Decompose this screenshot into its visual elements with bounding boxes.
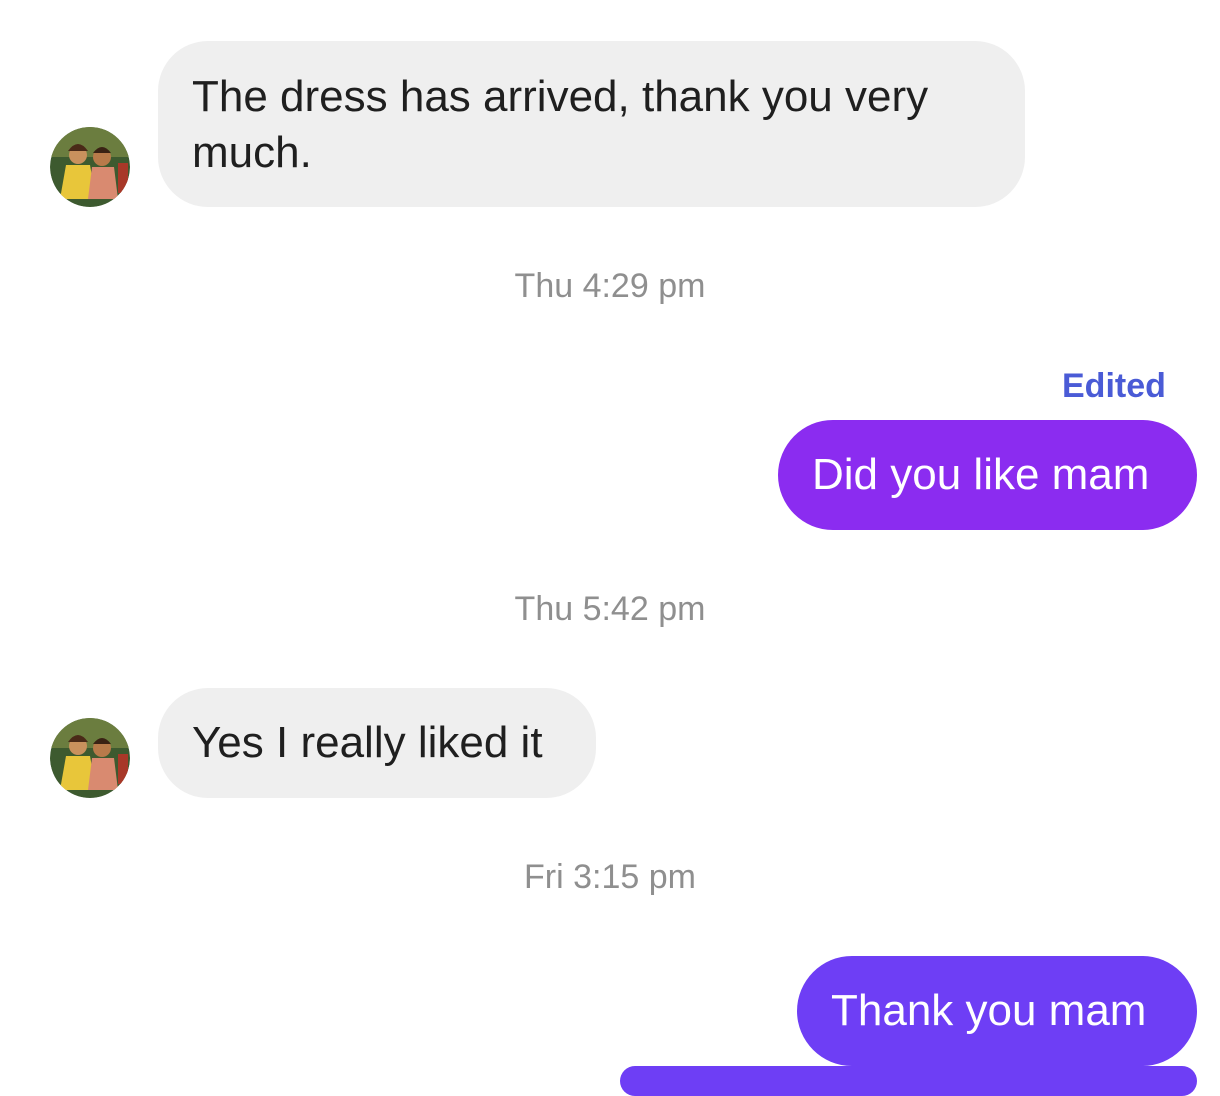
edited-label: Edited [1062, 367, 1166, 405]
chat-thread: The dress has arrived, thank you very mu… [0, 0, 1220, 1096]
partial-message-bubble [620, 1066, 1197, 1096]
message-text: Thank you mam [831, 986, 1147, 1035]
incoming-message-bubble[interactable]: The dress has arrived, thank you very mu… [158, 41, 1025, 207]
contact-avatar-icon[interactable] [50, 127, 130, 207]
incoming-message-bubble[interactable]: Yes I really liked it [158, 688, 596, 798]
contact-avatar-icon[interactable] [50, 718, 130, 798]
message-text: Yes I really liked it [192, 718, 543, 767]
message-text: Did you like mam [812, 450, 1150, 499]
outgoing-message-bubble[interactable]: Thank you mam [797, 956, 1197, 1066]
timestamp: Thu 5:42 pm [514, 590, 706, 628]
timestamp: Thu 4:29 pm [514, 267, 706, 305]
timestamp: Fri 3:15 pm [524, 858, 696, 896]
outgoing-message-bubble[interactable]: Did you like mam [778, 420, 1197, 530]
message-text: The dress has arrived, thank you very mu… [192, 72, 929, 177]
